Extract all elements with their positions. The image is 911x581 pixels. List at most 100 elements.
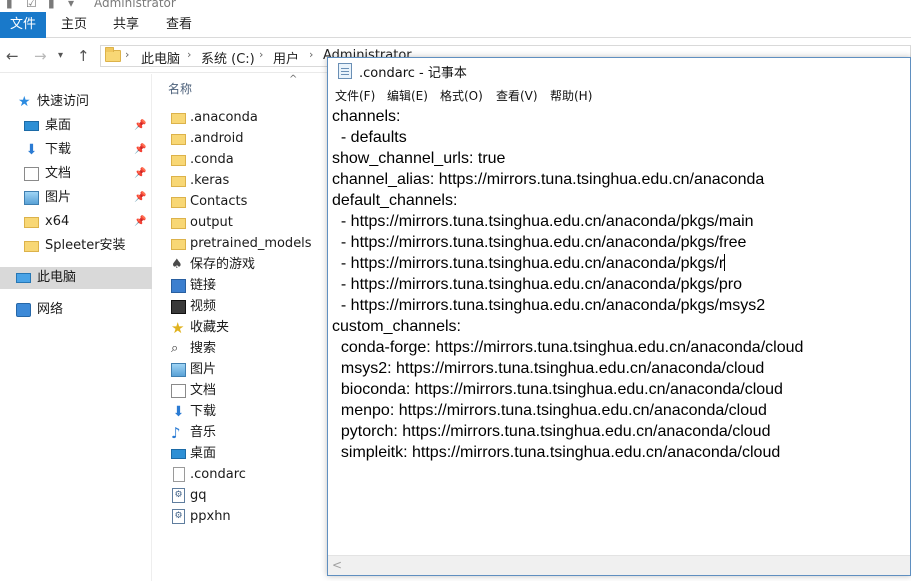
list-item-label: output <box>190 215 233 230</box>
list-item[interactable]: 桌面 <box>168 443 328 464</box>
new-folder-icon[interactable]: ▮ <box>48 0 55 10</box>
notepad-title-bar[interactable]: .condarc - 记事本 <box>328 58 910 84</box>
list-item-label: .anaconda <box>190 110 258 125</box>
saved-games-icon: ♠ <box>171 257 183 272</box>
text-line: - https://mirrors.tuna.tsinghua.edu.cn/a… <box>332 234 747 251</box>
download-icon: ⬇ <box>172 404 185 420</box>
nav-item-label: 下载 <box>45 142 72 157</box>
list-item[interactable]: ⚙ ppxhn <box>168 506 328 527</box>
chevron-right-icon[interactable]: › <box>259 48 263 61</box>
tab-home[interactable]: 主页 <box>52 12 96 38</box>
notepad-text-area[interactable]: channels: - defaults show_channel_urls: t… <box>332 106 908 556</box>
nav-item-pictures[interactable]: 图片 📌 <box>0 187 152 209</box>
folder-icon[interactable]: ▮ <box>6 0 13 10</box>
menu-help[interactable]: 帮助(H) <box>550 87 592 104</box>
download-icon: ⬇ <box>25 142 38 158</box>
back-arrow-icon[interactable]: ← <box>6 47 19 65</box>
menu-view[interactable]: 查看(V) <box>496 87 538 104</box>
menu-format[interactable]: 格式(O) <box>440 87 483 104</box>
pin-icon[interactable]: 📌 <box>134 163 146 185</box>
nav-item-spleeter[interactable]: Spleeter安装 <box>0 235 152 257</box>
nav-item-network[interactable]: 网络 <box>0 299 152 321</box>
text-line-with-caret: - https://mirrors.tuna.tsinghua.edu.cn/a… <box>332 253 908 274</box>
chevron-right-icon[interactable]: › <box>187 48 191 61</box>
pin-icon[interactable]: 📌 <box>134 187 146 209</box>
column-header-name[interactable]: 名称 <box>168 80 192 97</box>
batch-file-icon: ⚙ <box>172 488 185 503</box>
list-item-label: ppxhn <box>190 509 231 524</box>
menu-edit[interactable]: 编辑(E) <box>387 87 428 104</box>
text-line: show_channel_urls: true <box>332 150 506 167</box>
breadcrumb-this-pc[interactable]: 此电脑 <box>141 48 180 67</box>
list-item[interactable]: ♠ 保存的游戏 <box>168 254 328 275</box>
recent-locations-icon[interactable]: ▾ <box>58 50 63 61</box>
list-item[interactable]: 图片 <box>168 359 328 380</box>
notepad-menu-bar: 文件(F) 编辑(E) 格式(O) 查看(V) 帮助(H) <box>328 84 910 105</box>
notepad-title: .condarc - 记事本 <box>359 66 467 81</box>
nav-item-downloads[interactable]: ⬇ 下载 📌 <box>0 139 152 161</box>
chevron-down-icon[interactable]: ▾ <box>68 0 74 10</box>
nav-item-x64[interactable]: x64 📌 <box>0 211 152 233</box>
list-item[interactable]: 文档 <box>168 380 328 401</box>
nav-item-this-pc[interactable]: 此电脑 <box>0 267 152 289</box>
file-list: ^ 名称 .anaconda .android .conda .keras Co… <box>153 74 328 581</box>
list-item[interactable]: .keras <box>168 170 328 191</box>
nav-item-label: 文档 <box>45 166 72 181</box>
star-icon: ★ <box>18 94 31 110</box>
forward-arrow-icon[interactable]: → <box>34 47 47 65</box>
text-line: simpleitk: https://mirrors.tuna.tsinghua… <box>332 444 781 461</box>
text-line: custom_channels: <box>332 318 461 335</box>
folder-icon <box>171 134 186 145</box>
notepad-window: .condarc - 记事本 文件(F) 编辑(E) 格式(O) 查看(V) 帮… <box>327 57 911 576</box>
list-item[interactable]: output <box>168 212 328 233</box>
tab-share[interactable]: 共享 <box>104 12 148 38</box>
nav-item-label: 快速访问 <box>37 94 90 109</box>
pin-icon[interactable]: 📌 <box>134 211 146 233</box>
list-item[interactable]: .condarc <box>168 464 328 485</box>
list-item-label: .condarc <box>190 467 246 482</box>
up-arrow-icon[interactable]: ↑ <box>77 47 90 65</box>
list-item-label: .keras <box>190 173 230 188</box>
text-line: - https://mirrors.tuna.tsinghua.edu.cn/a… <box>332 297 766 314</box>
list-item[interactable]: .anaconda <box>168 107 328 128</box>
nav-item-quick-access[interactable]: ★ 快速访问 <box>0 91 152 113</box>
pin-icon[interactable]: 📌 <box>134 139 146 161</box>
list-item[interactable]: pretrained_models <box>168 233 328 254</box>
list-item[interactable]: ★ 收藏夹 <box>168 317 328 338</box>
text-line: conda-forge: https://mirrors.tuna.tsingh… <box>332 339 804 356</box>
list-item-label: .conda <box>190 152 234 167</box>
pin-icon[interactable]: 📌 <box>134 115 146 137</box>
breadcrumb-users[interactable]: 用户 <box>273 48 299 67</box>
tab-view[interactable]: 查看 <box>157 12 201 38</box>
breadcrumb-system-drive[interactable]: 系统 (C:) <box>201 48 255 67</box>
nav-item-desktop[interactable]: 桌面 📌 <box>0 115 152 137</box>
list-item[interactable]: ⚙ gq <box>168 485 328 506</box>
list-item-label: 桌面 <box>190 446 217 461</box>
chevron-right-icon[interactable]: › <box>125 48 129 61</box>
folder-icon <box>171 218 186 229</box>
list-item[interactable]: 链接 <box>168 275 328 296</box>
list-item-label: 链接 <box>190 278 217 293</box>
list-item[interactable]: .conda <box>168 149 328 170</box>
list-item[interactable]: ♪ 音乐 <box>168 422 328 443</box>
tab-file[interactable]: 文件 <box>0 12 46 38</box>
list-item[interactable]: Contacts <box>168 191 328 212</box>
scroll-left-icon[interactable]: < <box>332 558 342 572</box>
list-item-label: 文档 <box>190 383 217 398</box>
list-item[interactable]: 视频 <box>168 296 328 317</box>
window-title: Administrator <box>94 0 176 10</box>
folder-icon <box>171 113 186 124</box>
chevron-right-icon[interactable]: › <box>309 48 313 61</box>
text-caret <box>724 254 726 271</box>
horizontal-scrollbar[interactable]: < <box>328 555 910 575</box>
text-line: - https://mirrors.tuna.tsinghua.edu.cn/a… <box>332 276 743 293</box>
list-item[interactable]: ⌕ 搜索 <box>168 338 328 359</box>
sort-ascending-icon: ^ <box>289 74 298 85</box>
list-item-label: 搜索 <box>190 341 217 356</box>
list-item[interactable]: .android <box>168 128 328 149</box>
list-item[interactable]: ⬇ 下载 <box>168 401 328 422</box>
nav-item-documents[interactable]: 文档 📌 <box>0 163 152 185</box>
properties-icon[interactable]: ☑ <box>26 0 37 10</box>
text-line: default_channels: <box>332 192 458 209</box>
menu-file[interactable]: 文件(F) <box>335 87 375 104</box>
